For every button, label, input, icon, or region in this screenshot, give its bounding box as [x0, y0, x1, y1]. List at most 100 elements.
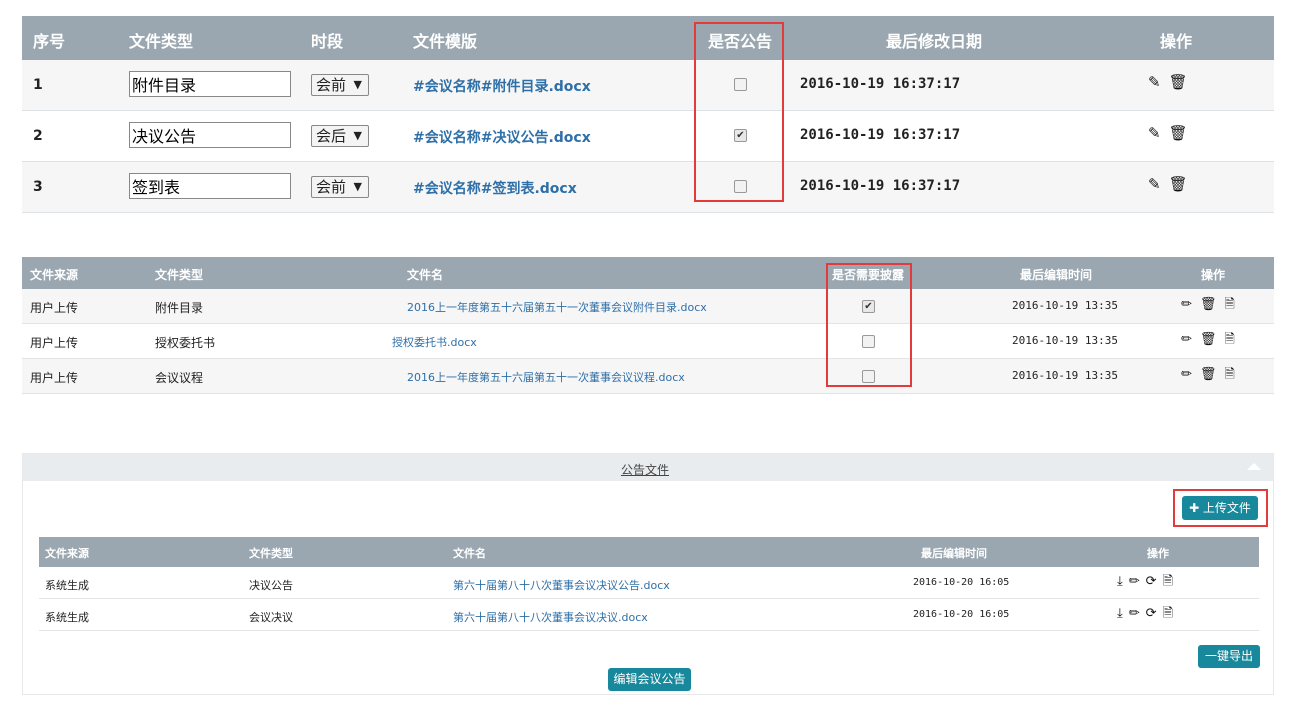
col-header-template: 文件模版 [413, 32, 478, 51]
file-source: 系统生成 [45, 579, 89, 592]
download-icon[interactable]: ⤓ [1117, 606, 1123, 622]
file-name-link[interactable]: 2016上一年度第五十六届第五十一次董事会议议程.docx [407, 369, 685, 385]
uploaded-files-header: 文件来源 文件类型 文件名 是否需要披露 最后编辑时间 操作 [22, 257, 1274, 289]
disclose-checkbox[interactable]: ✔ [862, 300, 875, 313]
row-number: 2 [33, 128, 43, 144]
col-header-no: 序号 [33, 32, 66, 51]
template-link[interactable]: #会议名称#决议公告.docx [413, 127, 591, 147]
file-type: 决议公告 [249, 579, 293, 592]
edit-time: 2016-10-19 13:35 [1012, 299, 1118, 312]
document-icon[interactable]: 🗎 [1224, 297, 1234, 313]
document-icon[interactable]: 🗎 [1163, 606, 1173, 622]
edit-icon[interactable]: ✎ [1148, 125, 1161, 141]
file-type-input[interactable] [129, 122, 291, 148]
refresh-icon[interactable]: ⟳ [1146, 574, 1157, 590]
row-actions: ⤓ ✏ ⟳ 🗎 [1117, 606, 1173, 622]
col-header-type: 文件类型 [129, 32, 194, 51]
col-header-source: 文件来源 [45, 547, 89, 560]
col-header-edit-time: 最后编辑时间 [1020, 268, 1093, 282]
file-type: 会议议程 [155, 371, 204, 385]
public-checkbox[interactable] [734, 78, 747, 91]
col-header-type: 文件类型 [249, 547, 293, 560]
table-row: 3 会前 ▼ #会议名称#签到表.docx 2016-10-19 16:37:17… [22, 162, 1274, 213]
period-select-value: 会前 [316, 76, 347, 94]
panel-header[interactable]: 公告文件 [23, 454, 1273, 481]
file-source: 用户上传 [30, 371, 79, 385]
file-type-input[interactable] [129, 71, 291, 97]
edit-time: 2016-10-19 13:35 [1012, 334, 1118, 347]
file-type: 授权委托书 [155, 336, 216, 350]
col-header-disclose: 是否需要披露 [832, 268, 905, 282]
row-actions: ✏ 🗑 🗎 [1181, 367, 1235, 383]
edit-time: 2016-10-20 16:05 [913, 577, 1010, 588]
edit-time: 2016-10-19 13:35 [1012, 369, 1118, 382]
file-source: 用户上传 [30, 336, 79, 350]
pencil-icon[interactable]: ✏ [1181, 367, 1192, 383]
file-source: 用户上传 [30, 301, 79, 315]
disclose-checkbox[interactable] [862, 370, 875, 383]
collapse-icon[interactable] [1247, 463, 1261, 470]
row-actions: ✏ 🗑 🗎 [1181, 297, 1235, 313]
col-header-filename: 文件名 [407, 268, 444, 282]
file-type-input[interactable] [129, 173, 291, 199]
trash-icon[interactable]: 🗑 [1169, 176, 1188, 192]
row-actions: ⤓ ✏ ⟳ 🗎 [1117, 574, 1173, 590]
col-header-edit-time: 最后编辑时间 [921, 547, 987, 560]
download-icon[interactable]: ⤓ [1117, 574, 1123, 590]
trash-icon[interactable]: 🗑 [1200, 367, 1217, 383]
file-source: 系统生成 [45, 611, 89, 624]
document-icon[interactable]: 🗎 [1224, 332, 1234, 348]
edit-time: 2016-10-20 16:05 [913, 609, 1010, 620]
period-select[interactable]: 会后 ▼ [311, 125, 369, 147]
row-actions: ✎ 🗑 [1148, 176, 1188, 192]
panel-title[interactable]: 公告文件 [621, 461, 669, 478]
refresh-icon[interactable]: ⟳ [1146, 606, 1157, 622]
announcement-files-header: 文件来源 文件类型 文件名 最后编辑时间 操作 [39, 537, 1259, 567]
chevron-down-icon: ▼ [353, 129, 362, 142]
file-name-link[interactable]: 第六十届第八十八次董事会议决议公告.docx [453, 577, 670, 593]
row-actions: ✏ 🗑 🗎 [1181, 332, 1235, 348]
period-select[interactable]: 会前 ▼ [311, 74, 369, 96]
col-header-source: 文件来源 [30, 268, 79, 282]
edit-announcement-button[interactable]: 编辑会议公告 [608, 668, 691, 691]
trash-icon[interactable]: 🗑 [1169, 74, 1188, 90]
document-icon[interactable]: 🗎 [1224, 367, 1234, 383]
period-select[interactable]: 会前 ▼ [311, 176, 369, 198]
trash-icon[interactable]: 🗑 [1200, 297, 1217, 313]
export-all-button[interactable]: 一键导出 [1198, 645, 1260, 668]
table-row: 2 会后 ▼ #会议名称#决议公告.docx ✔ 2016-10-19 16:37… [22, 111, 1274, 162]
table-row: 系统生成 决议公告 第六十届第八十八次董事会议决议公告.docx 2016-10… [39, 567, 1259, 599]
edit-icon[interactable]: ✎ [1148, 176, 1161, 192]
col-header-actions: 操作 [1201, 268, 1226, 282]
template-link[interactable]: #会议名称#附件目录.docx [413, 76, 591, 96]
public-checkbox[interactable]: ✔ [734, 129, 747, 142]
template-link[interactable]: #会议名称#签到表.docx [413, 178, 577, 198]
pencil-icon[interactable]: ✏ [1129, 606, 1140, 622]
public-checkbox[interactable] [734, 180, 747, 193]
col-header-filename: 文件名 [453, 547, 486, 560]
pencil-icon[interactable]: ✏ [1181, 332, 1192, 348]
trash-icon[interactable]: 🗑 [1200, 332, 1217, 348]
pencil-icon[interactable]: ✏ [1181, 297, 1192, 313]
pencil-icon[interactable]: ✏ [1129, 574, 1140, 590]
row-actions: ✎ 🗑 [1148, 74, 1188, 90]
table-row: 系统生成 会议决议 第六十届第八十八次董事会议决议.docx 2016-10-2… [39, 599, 1259, 631]
edit-icon[interactable]: ✎ [1148, 74, 1161, 90]
col-header-public: 是否公告 [708, 32, 773, 51]
chevron-down-icon: ▼ [353, 180, 362, 193]
col-header-period: 时段 [311, 32, 344, 51]
table-row: 用户上传 授权委托书 授权委托书.docx 2016-10-19 13:35 ✏… [22, 324, 1274, 359]
file-name-link[interactable]: 第六十届第八十八次董事会议决议.docx [453, 609, 648, 625]
upload-file-button[interactable]: ✚ 上传文件 [1182, 496, 1258, 520]
file-name-link[interactable]: 授权委托书.docx [392, 334, 477, 350]
file-type: 会议决议 [249, 611, 293, 624]
trash-icon[interactable]: 🗑 [1169, 125, 1188, 141]
modified-date: 2016-10-19 16:37:17 [800, 178, 961, 194]
file-name-link[interactable]: 2016上一年度第五十六届第五十一次董事会议附件目录.docx [407, 299, 707, 315]
col-header-actions: 操作 [1160, 32, 1193, 51]
disclose-checkbox[interactable] [862, 335, 875, 348]
announcement-panel: 公告文件 ✚ 上传文件 文件来源 文件类型 文件名 最后编辑时间 操作 系统生成… [22, 453, 1274, 695]
document-icon[interactable]: 🗎 [1163, 574, 1173, 590]
table-row: 1 会前 ▼ #会议名称#附件目录.docx 2016-10-19 16:37:1… [22, 60, 1274, 111]
col-header-type: 文件类型 [155, 268, 204, 282]
